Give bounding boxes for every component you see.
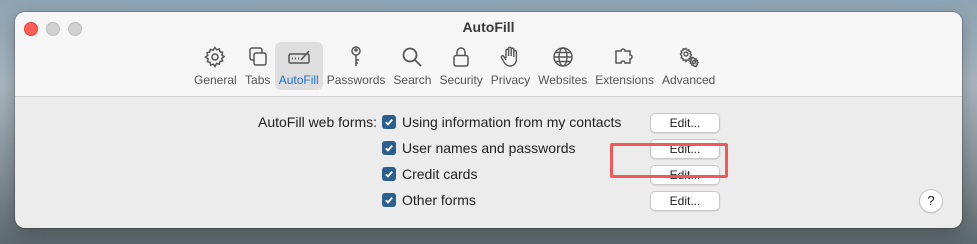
- option-contacts: Using information from my contacts: [382, 114, 621, 130]
- edit-contacts-button[interactable]: Edit...: [650, 113, 720, 133]
- key-icon: [351, 46, 361, 66]
- tab-security[interactable]: Security: [435, 42, 486, 90]
- tab-tabs[interactable]: Tabs: [241, 42, 275, 90]
- checkmark-icon: [385, 197, 393, 204]
- tab-search[interactable]: Search: [389, 42, 435, 90]
- autofill-pane: AutoFill web forms: Using information fr…: [15, 97, 962, 228]
- credit-cards-checkbox[interactable]: [382, 167, 396, 181]
- option-credit-cards: Credit cards: [382, 166, 477, 182]
- tab-privacy[interactable]: Privacy: [487, 42, 534, 90]
- preferences-window: AutoFill General Tabs AutoFill Passwords…: [15, 12, 962, 228]
- checkmark-icon: [385, 171, 393, 178]
- tab-advanced[interactable]: Advanced: [658, 42, 719, 90]
- tab-label: Advanced: [661, 73, 716, 87]
- tab-label: Passwords: [326, 73, 386, 87]
- tab-label: AutoFill: [278, 73, 319, 87]
- tab-passwords[interactable]: Passwords: [323, 42, 390, 90]
- tab-label: Search: [393, 73, 432, 87]
- option-label: User names and passwords: [402, 140, 576, 156]
- checkmark-icon: [385, 145, 393, 152]
- lock-icon: [453, 47, 469, 67]
- preferences-toolbar: General Tabs AutoFill Passwords Search S…: [190, 42, 719, 90]
- highlight-annotation-box: [610, 143, 728, 178]
- checkmark-icon: [385, 119, 393, 126]
- tab-label: Tabs: [245, 73, 271, 87]
- globe-icon: [553, 47, 573, 67]
- tabs-icon: [248, 47, 267, 66]
- edit-other-forms-button[interactable]: Edit...: [650, 191, 720, 211]
- help-button[interactable]: ?: [919, 189, 943, 213]
- tab-autofill[interactable]: AutoFill: [274, 42, 323, 90]
- usernames-passwords-checkbox[interactable]: [382, 141, 396, 155]
- other-forms-checkbox[interactable]: [382, 193, 396, 207]
- titlebar: AutoFill General Tabs AutoFill Passwords…: [15, 12, 962, 97]
- tab-label: Websites: [538, 73, 588, 87]
- option-label: Credit cards: [402, 166, 478, 182]
- option-label: Using information from my contacts: [402, 114, 622, 130]
- tab-websites[interactable]: Websites: [534, 42, 591, 90]
- option-label: Other forms: [402, 192, 476, 208]
- tab-label: Privacy: [490, 73, 531, 87]
- tab-extensions[interactable]: Extensions: [591, 42, 658, 90]
- autofill-icon: [287, 50, 310, 64]
- autofill-web-forms-label: AutoFill web forms:: [258, 114, 378, 130]
- option-usernames-passwords: User names and passwords: [382, 140, 576, 156]
- gears-icon: [679, 47, 699, 68]
- tab-label: Security: [439, 73, 483, 87]
- puzzle-icon: [614, 48, 633, 64]
- option-other-forms: Other forms: [382, 192, 476, 208]
- gear-icon: [204, 46, 226, 68]
- contacts-checkbox[interactable]: [382, 115, 396, 129]
- window-title: AutoFill: [462, 19, 515, 35]
- search-icon: [403, 47, 423, 67]
- tab-label: Extensions: [595, 73, 654, 87]
- hand-icon: [501, 46, 518, 67]
- tab-general[interactable]: General: [190, 42, 241, 90]
- tab-label: General: [194, 73, 237, 87]
